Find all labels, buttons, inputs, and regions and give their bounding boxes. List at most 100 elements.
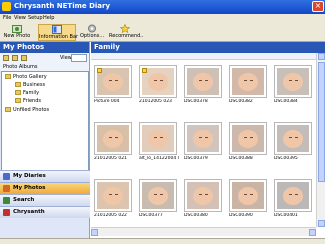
photo-caption: DSC00378 xyxy=(184,99,208,104)
baby-face xyxy=(103,73,123,91)
photo-frame xyxy=(139,65,177,98)
delete-album-icon[interactable] xyxy=(21,55,27,61)
photo-thumbnail[interactable]: 21012005 022 xyxy=(92,177,134,221)
menu-help[interactable]: Help xyxy=(43,15,54,22)
photo-thumbnail[interactable]: DSC00401 xyxy=(272,177,314,221)
eye xyxy=(205,137,208,138)
tree-item-unfiled-photos[interactable]: Unfiled Photos xyxy=(5,107,49,114)
scroll-right-arrow-icon[interactable] xyxy=(309,229,316,236)
menu-setup[interactable]: Setup xyxy=(28,15,43,22)
photo-caption: 21012005 023 xyxy=(139,99,172,104)
album-properties-icon[interactable] xyxy=(12,55,18,61)
photo-frame xyxy=(184,122,222,155)
scroll-left-arrow-icon[interactable] xyxy=(91,229,98,236)
photo-thumbnail[interactable]: DSC00395 xyxy=(272,120,314,164)
photo-thumbnail[interactable]: alt_lo_14122004 024 xyxy=(137,120,179,164)
eye xyxy=(199,194,202,195)
chrysanth-icon xyxy=(3,209,10,216)
recommend-icon xyxy=(119,23,131,34)
nav-my-diaries[interactable]: My Diaries xyxy=(0,170,90,182)
baby-face xyxy=(238,187,258,205)
photo-image xyxy=(277,182,309,209)
photo-thumbnail[interactable]: Picture 004 xyxy=(92,63,134,107)
baby-face xyxy=(283,130,303,148)
information-bar-button[interactable]: Information Bar xyxy=(38,24,78,41)
photo-image xyxy=(232,125,264,152)
nav-search[interactable]: Search xyxy=(0,194,90,206)
photo-caption: DSC00384 xyxy=(274,99,298,104)
vertical-scrollbar[interactable] xyxy=(316,53,325,227)
photo-image xyxy=(142,182,174,209)
folder-icon xyxy=(5,74,11,79)
recommend-button[interactable]: Recommend.. xyxy=(109,23,143,41)
album-tree: Photo Gallery Business Family Friends Un… xyxy=(1,71,89,184)
photo-image xyxy=(232,182,264,209)
photo-caption: DSC00380 xyxy=(184,213,208,218)
nav-my-photos[interactable]: My Photos xyxy=(0,182,90,194)
eye xyxy=(109,194,112,195)
eye xyxy=(250,137,253,138)
photo-thumbnail[interactable]: 21012005 021 xyxy=(92,120,134,164)
photo-thumbnail[interactable]: DSC00380 xyxy=(182,177,224,221)
photo-thumbnail[interactable]: DSC00390 xyxy=(227,177,269,221)
tree-item-friends[interactable]: Friends xyxy=(15,98,41,105)
baby-face xyxy=(193,73,213,91)
photo-thumbnail[interactable]: DSC00382 xyxy=(227,63,269,107)
photo-frame xyxy=(274,179,312,212)
baby-face xyxy=(148,130,168,148)
photo-thumbnail[interactable]: DSC00379 xyxy=(182,120,224,164)
toolbar: New Photo Information Bar Options... Rec… xyxy=(0,23,325,42)
status-bar xyxy=(0,238,325,244)
options-button[interactable]: Options... xyxy=(80,24,104,41)
photo-image xyxy=(97,125,129,152)
baby-face xyxy=(103,130,123,148)
photo-caption: DSC00377 xyxy=(139,213,163,218)
baby-face xyxy=(283,73,303,91)
menu-view[interactable]: View xyxy=(14,15,26,22)
photo-thumbnail[interactable]: 21012005 023 xyxy=(137,63,179,107)
nav-chrysanth[interactable]: Chrysanth xyxy=(0,206,90,218)
eye xyxy=(154,194,157,195)
photo-thumbnail[interactable]: DSC00384 xyxy=(272,63,314,107)
title-bar: Chrysanth NETime Diary × xyxy=(0,0,325,14)
photo-frame xyxy=(229,179,267,212)
new-album-icon[interactable] xyxy=(3,55,9,61)
tree-item-business[interactable]: Business xyxy=(15,82,45,89)
scroll-thumb[interactable] xyxy=(318,62,325,182)
eye xyxy=(109,137,112,138)
photo-image xyxy=(277,125,309,152)
sidebar: My Photos View: Photo Albums Photo Galle… xyxy=(0,42,90,238)
folder-icon xyxy=(15,82,21,87)
photo-caption: Picture 004 xyxy=(94,99,120,104)
close-button[interactable]: × xyxy=(312,1,324,12)
photo-caption: DSC00382 xyxy=(229,99,253,104)
photo-image xyxy=(187,182,219,209)
horizontal-scrollbar[interactable] xyxy=(91,227,316,236)
eye xyxy=(160,194,163,195)
sidebar-title: My Photos xyxy=(0,42,89,53)
tree-item-photo-gallery[interactable]: Photo Gallery xyxy=(5,74,47,81)
photo-frame xyxy=(94,65,132,98)
menu-bar: File View Setup Help xyxy=(0,14,325,23)
eye xyxy=(295,137,298,138)
scroll-down-arrow-icon[interactable] xyxy=(318,220,325,227)
menu-file[interactable]: File xyxy=(3,15,11,22)
photo-thumbnail[interactable]: DSC00378 xyxy=(182,63,224,107)
photo-frame xyxy=(139,122,177,155)
album-badge-icon xyxy=(142,68,147,73)
eye xyxy=(244,80,247,81)
new-photo-button[interactable]: New Photo xyxy=(3,24,31,41)
eye xyxy=(115,80,118,81)
window-title: Chrysanth NETime Diary xyxy=(14,2,111,10)
album-badge-icon xyxy=(97,68,102,73)
photo-frame xyxy=(184,65,222,98)
photo-caption: 21012005 021 xyxy=(94,156,127,161)
photo-image xyxy=(277,68,309,95)
scroll-up-arrow-icon[interactable] xyxy=(318,53,325,60)
photo-thumbnail[interactable]: DSC00388 xyxy=(227,120,269,164)
eye xyxy=(154,137,157,138)
tree-item-family[interactable]: Family xyxy=(15,90,39,97)
eye xyxy=(244,194,247,195)
photo-thumbnail[interactable]: DSC00377 xyxy=(137,177,179,221)
view-select[interactable] xyxy=(71,54,87,62)
